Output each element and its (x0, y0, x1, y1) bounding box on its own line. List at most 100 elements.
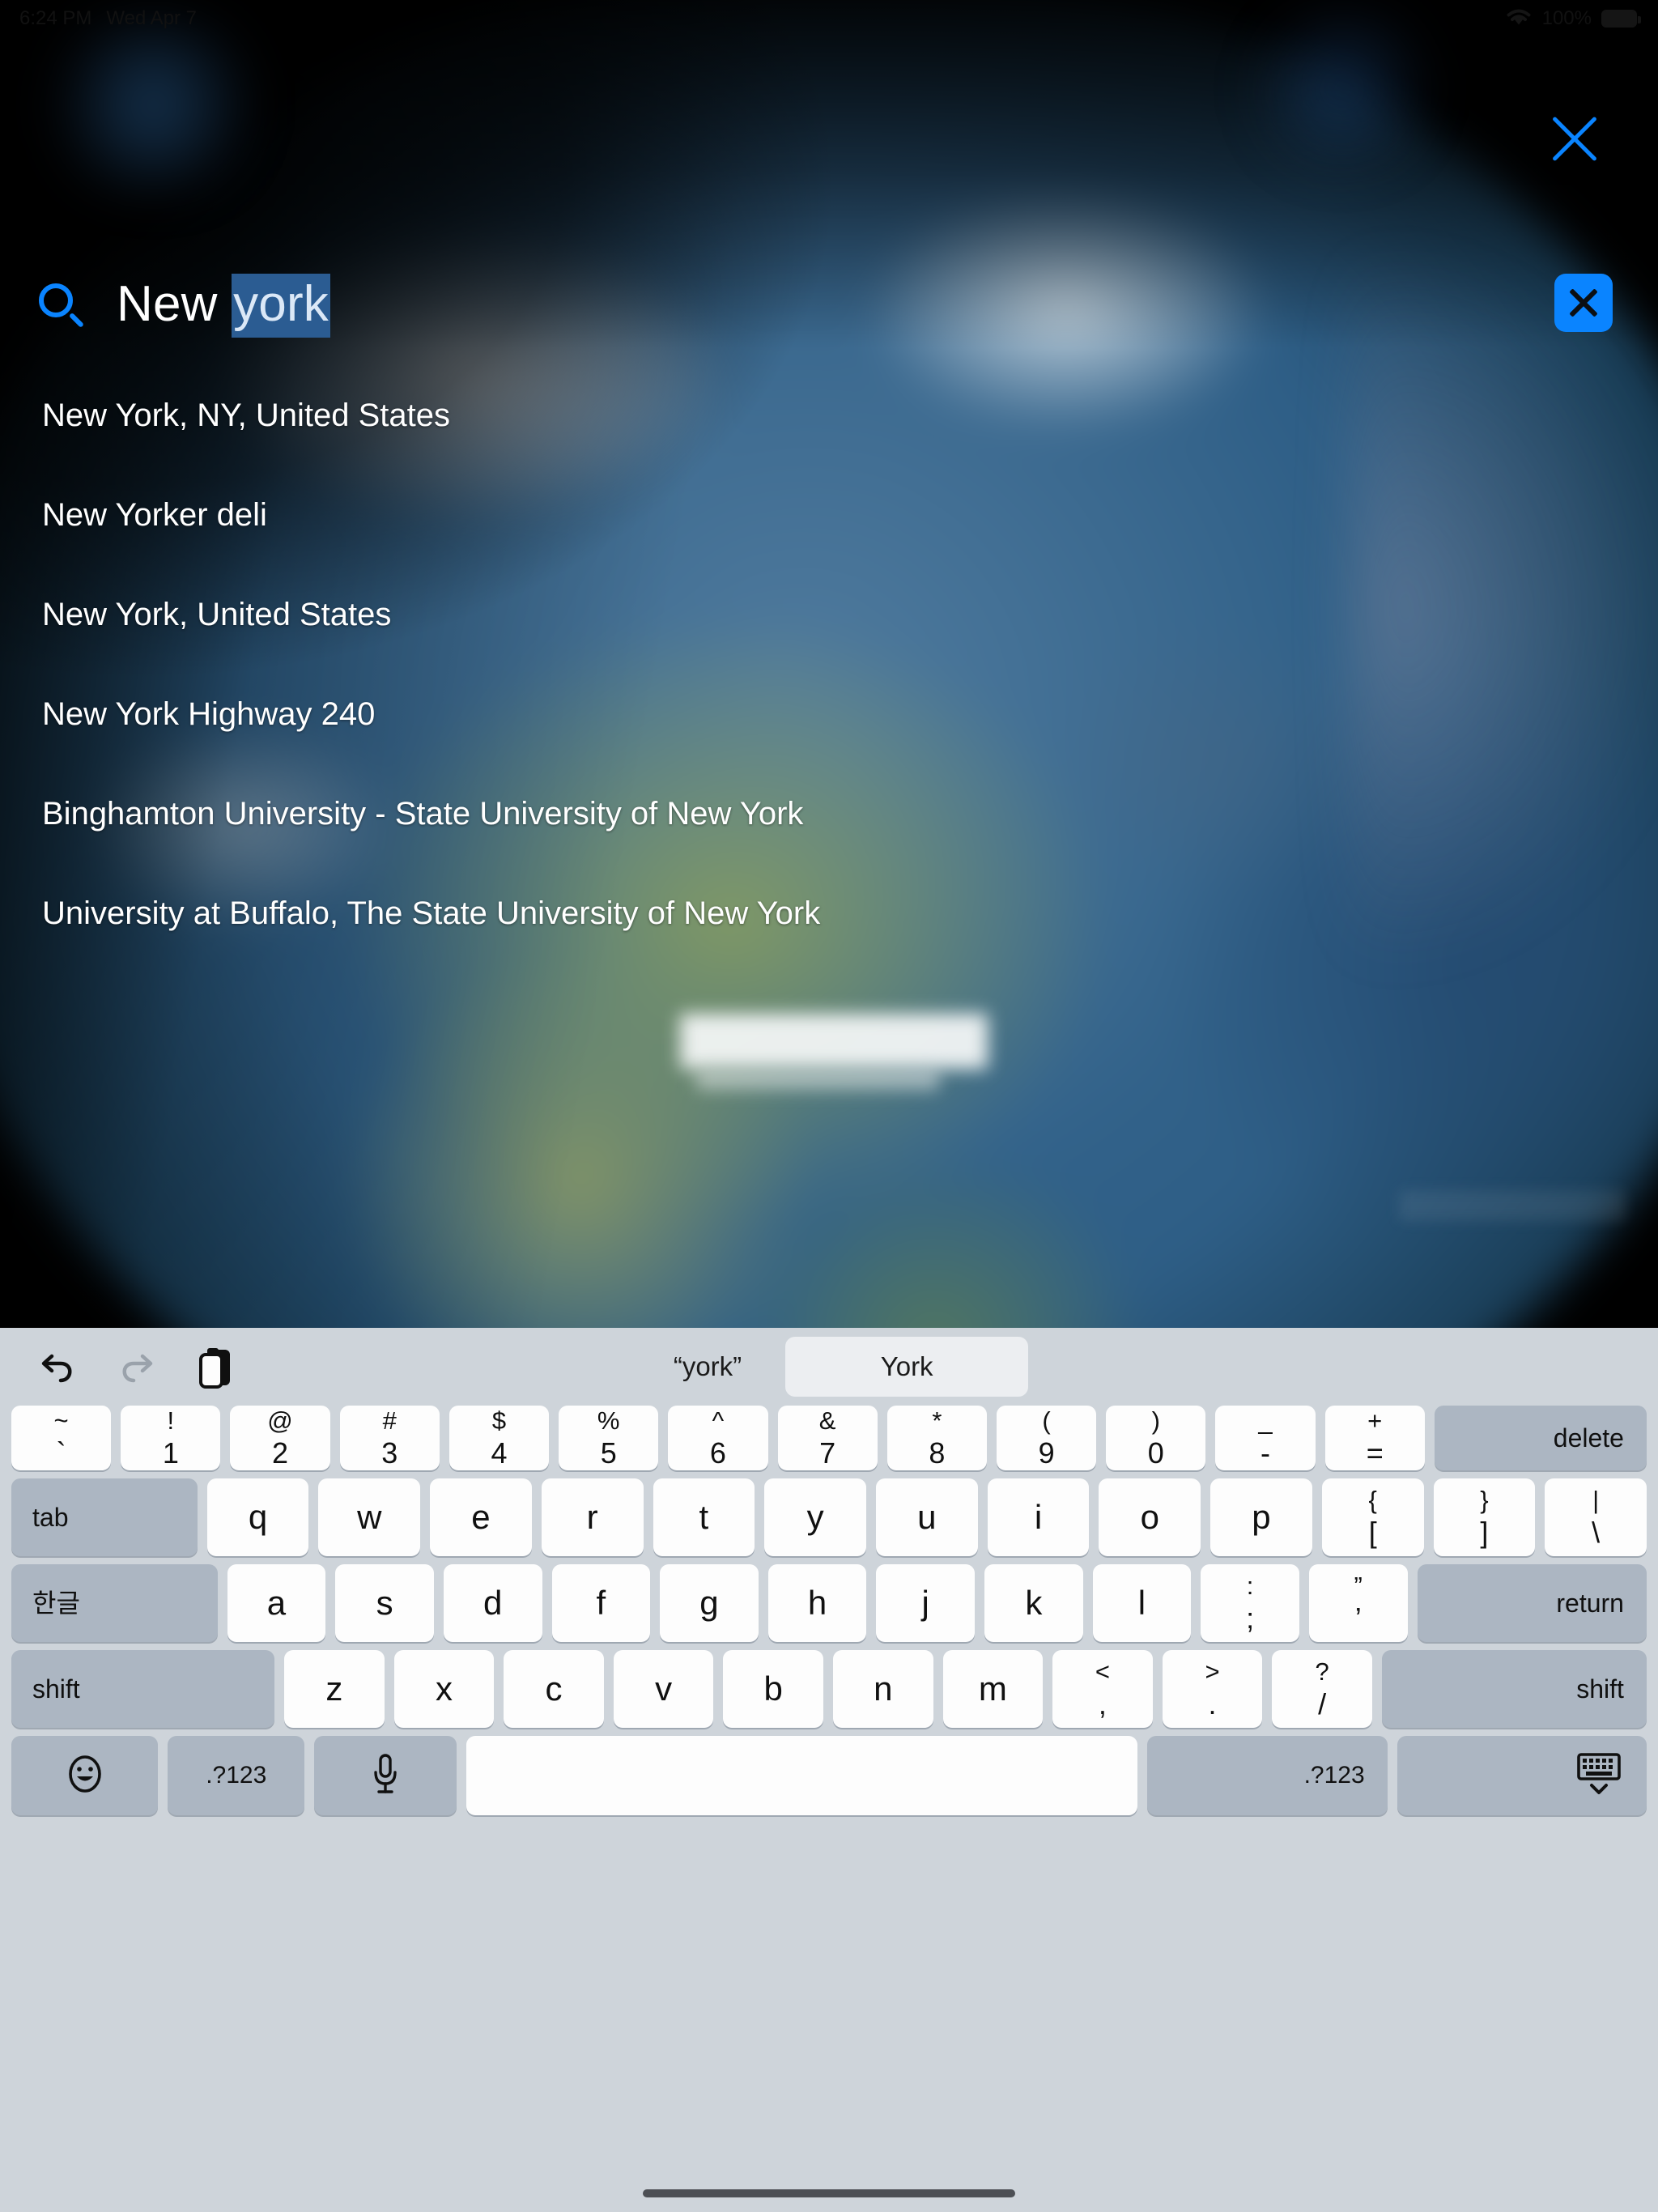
key-r[interactable]: r (541, 1478, 644, 1556)
key-shift-right[interactable]: shift (1381, 1650, 1647, 1728)
wifi-icon (1505, 6, 1533, 32)
close-icon[interactable] (1540, 104, 1609, 173)
key-minus[interactable]: _ - (1215, 1406, 1316, 1470)
key-z[interactable]: z (284, 1650, 385, 1728)
key-u[interactable]: u (875, 1478, 978, 1556)
key-e[interactable]: e (430, 1478, 532, 1556)
list-item[interactable]: New York Highway 240 (0, 665, 1133, 764)
status-date: Wed Apr 7 (106, 7, 198, 29)
key-s[interactable]: s (335, 1564, 434, 1642)
key-c[interactable]: c (504, 1650, 604, 1728)
globe-limb-glow (1350, 243, 1658, 972)
key-label: .?123 (206, 1762, 267, 1789)
key-period[interactable]: > . (1162, 1650, 1263, 1728)
key-label-top: ? (1315, 1657, 1329, 1686)
key-2[interactable]: @ 2 (230, 1406, 330, 1470)
search-icon-handle (68, 312, 84, 328)
key-o[interactable]: o (1099, 1478, 1201, 1556)
clear-text-icon[interactable] (1554, 274, 1613, 332)
key-dictation[interactable] (314, 1736, 457, 1815)
key-1[interactable]: ! 1 (121, 1406, 221, 1470)
key-label: e (471, 1498, 491, 1536)
key-tab[interactable]: tab (11, 1478, 198, 1556)
key-label-bottom: 2 (272, 1436, 289, 1470)
key-q[interactable]: q (206, 1478, 309, 1556)
key-9[interactable]: ( 9 (996, 1406, 1097, 1470)
key-p[interactable]: p (1210, 1478, 1312, 1556)
key-8[interactable]: * 8 (886, 1406, 987, 1470)
list-item[interactable]: New York, United States (0, 565, 1133, 665)
key-t[interactable]: t (653, 1478, 755, 1556)
key-backtick[interactable]: ~ ` (11, 1406, 112, 1470)
key-j[interactable]: j (876, 1564, 976, 1642)
key-m[interactable]: m (942, 1650, 1044, 1728)
key-label: return (1556, 1589, 1624, 1618)
key-h[interactable]: h (767, 1564, 867, 1642)
microphone-icon (368, 1751, 403, 1801)
key-slash[interactable]: ? / (1272, 1650, 1372, 1728)
list-item[interactable]: New Yorker deli (0, 466, 1133, 565)
prediction-literal[interactable]: “york” (630, 1337, 785, 1397)
key-label-bottom: 1 (162, 1436, 179, 1470)
key-a[interactable]: a (227, 1564, 326, 1642)
key-shift-left[interactable]: shift (11, 1650, 275, 1728)
key-equal[interactable]: + = (1324, 1406, 1425, 1470)
key-label: u (917, 1498, 937, 1536)
key-numeric-left[interactable]: .?123 (168, 1736, 305, 1815)
key-f[interactable]: f (551, 1564, 651, 1642)
status-bar-left: 6:24 PM Wed Apr 7 (0, 7, 197, 30)
key-b[interactable]: b (723, 1650, 823, 1728)
list-item[interactable]: Binghamton University - State University… (0, 764, 1133, 864)
key-7[interactable]: & 7 (777, 1406, 878, 1470)
key-label-bottom: 3 (381, 1436, 398, 1470)
prediction-suggested[interactable]: York (785, 1337, 1029, 1397)
key-bracket-left[interactable]: { [ (1321, 1478, 1424, 1556)
key-4[interactable]: $ 4 (449, 1406, 550, 1470)
key-space[interactable] (466, 1736, 1137, 1815)
list-item[interactable]: University at Buffalo, The State Univers… (0, 864, 1133, 963)
key-label-top: | (1592, 1486, 1600, 1514)
redo-icon[interactable] (107, 1337, 167, 1397)
battery-full-icon (1601, 10, 1641, 28)
background-glow-left (32, 16, 275, 194)
key-semicolon[interactable]: : ; (1201, 1564, 1299, 1642)
key-label: k (1025, 1584, 1043, 1622)
key-d[interactable]: d (443, 1564, 542, 1642)
key-k[interactable]: k (984, 1564, 1083, 1642)
key-label: z (325, 1670, 343, 1708)
key-return[interactable]: return (1417, 1564, 1647, 1642)
key-delete[interactable]: delete (1434, 1406, 1647, 1470)
key-6[interactable]: ^ 6 (668, 1406, 768, 1470)
key-n[interactable]: n (832, 1650, 933, 1728)
keyboard-row-home: 한글 a s d f g h j k l : ; ” ’ return (0, 1564, 1658, 1642)
undo-icon[interactable] (28, 1337, 87, 1397)
key-backslash[interactable]: | \ (1545, 1478, 1647, 1556)
key-label-top: ^ (712, 1406, 725, 1435)
key-hide-keyboard[interactable] (1397, 1736, 1647, 1815)
key-5[interactable]: % 5 (559, 1406, 659, 1470)
key-l[interactable]: l (1092, 1564, 1192, 1642)
list-item[interactable]: New York, NY, United States (0, 366, 1133, 466)
search-bar: New york (0, 269, 1658, 342)
key-y[interactable]: y (764, 1478, 866, 1556)
hide-keyboard-icon (1574, 1750, 1624, 1802)
key-hangul[interactable]: 한글 (11, 1564, 218, 1642)
key-label-bottom: 8 (929, 1436, 946, 1470)
key-i[interactable]: i (987, 1478, 1090, 1556)
key-x[interactable]: x (393, 1650, 495, 1728)
key-numeric-right[interactable]: .?123 (1147, 1736, 1388, 1815)
key-3[interactable]: # 3 (339, 1406, 440, 1470)
key-quote[interactable]: ” ’ (1308, 1564, 1408, 1642)
key-comma[interactable]: < , (1052, 1650, 1153, 1728)
key-emoji[interactable] (11, 1736, 159, 1815)
key-v[interactable]: v (613, 1650, 714, 1728)
search-input[interactable]: New york (117, 273, 330, 338)
key-w[interactable]: w (318, 1478, 421, 1556)
paste-icon[interactable] (186, 1337, 246, 1397)
home-indicator[interactable] (643, 2189, 1015, 2197)
key-0[interactable]: ) 0 (1106, 1406, 1206, 1470)
key-g[interactable]: g (660, 1564, 759, 1642)
emoji-smiley-icon (64, 1753, 106, 1799)
prediction-bar: “york” York (0, 1337, 1658, 1397)
key-bracket-right[interactable]: } ] (1433, 1478, 1536, 1556)
